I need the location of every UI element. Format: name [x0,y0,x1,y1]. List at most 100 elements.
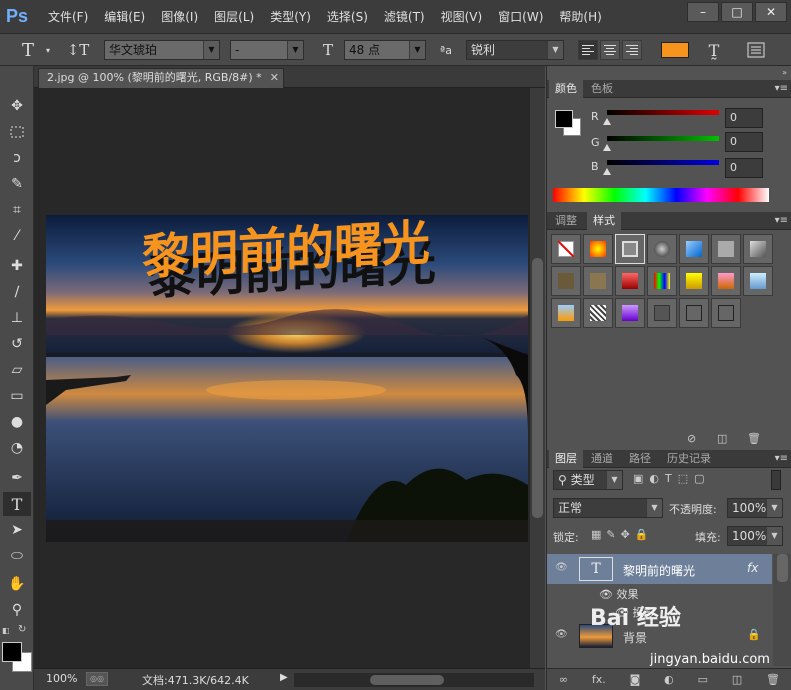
slider-handle-icon[interactable] [603,144,611,151]
slider-handle-icon[interactable] [603,168,611,175]
align-center-icon[interactable] [600,40,620,60]
tab-history[interactable]: 历史记录 [661,450,717,468]
path-selection-tool-icon[interactable]: ➤ [3,518,31,542]
style-swatch[interactable] [615,298,645,328]
style-swatch[interactable] [679,298,709,328]
type-tool-preset-icon[interactable]: T [14,39,42,61]
new-style-icon[interactable]: ◫ [717,432,727,445]
healing-brush-tool-icon[interactable]: ✚ [3,254,31,278]
crop-tool-icon[interactable]: ⌗ [3,198,31,222]
menu-window[interactable]: 窗口(W) [490,0,551,34]
blue-slider[interactable] [607,160,719,165]
ellipse-tool-icon[interactable]: ⬭ [3,544,31,568]
scroll-thumb[interactable] [532,258,543,518]
font-family-dropdown[interactable]: 华文琥珀 ▼ [104,40,220,60]
style-swatch[interactable] [583,298,613,328]
layer-filter-icons[interactable]: ▣◐T⬚▢ [633,472,711,485]
quick-selection-tool-icon[interactable]: ✎ [3,172,31,196]
brush-tool-icon[interactable]: ∕ [3,280,31,304]
panel-menu-icon[interactable]: ▾≡ [775,80,788,98]
color-spectrum-bar[interactable] [553,188,769,202]
style-swatch[interactable] [647,266,677,296]
blend-mode-dropdown[interactable]: 正常 ▼ [553,498,663,518]
menu-edit[interactable]: 编辑(E) [96,0,153,34]
opacity-input[interactable]: 100% ▼ [727,498,783,518]
layers-scrollbar[interactable] [773,554,791,666]
tab-channels[interactable]: 通道 [585,450,619,468]
fx-icon[interactable]: fx [747,561,758,575]
menu-view[interactable]: 视图(V) [433,0,491,34]
eraser-tool-icon[interactable]: ▱ [3,358,31,382]
history-brush-tool-icon[interactable]: ↺ [3,332,31,356]
panel-menu-icon[interactable]: ▾≡ [775,212,788,230]
style-swatch[interactable] [583,234,613,264]
layer-name[interactable]: 黎明前的曙光 [623,562,695,579]
text-color-swatch[interactable] [661,42,689,58]
blue-value[interactable]: 0 [725,158,763,178]
layer-row-text[interactable]: 👁 T 黎明前的曙光 fx [547,554,772,584]
status-menu-arrow-icon[interactable]: ▶ [280,672,288,683]
close-window-button[interactable]: ✕ [755,2,787,22]
zoom-tool-icon[interactable]: ⚲ [3,598,31,622]
image-canvas[interactable]: 黎明前的曙光 黎明前的曙光 [46,215,528,542]
layer-filter-dropdown[interactable]: ⚲ 类型 ▼ [553,470,623,490]
style-swatch[interactable] [551,266,581,296]
menu-layer[interactable]: 图层(L) [206,0,262,34]
tab-layers[interactable]: 图层 [549,450,583,468]
font-style-dropdown[interactable]: - ▼ [230,40,304,60]
pen-tool-icon[interactable]: ✒ [3,466,31,490]
style-swatch[interactable] [743,266,773,296]
scroll-thumb[interactable] [370,675,444,685]
eyedropper-tool-icon[interactable]: ⁄ [3,224,31,248]
new-layer-icon[interactable]: ◫ [732,673,742,686]
style-swatch[interactable] [679,234,709,264]
swap-colors-icon[interactable]: ↻ [18,624,26,635]
default-colors-icon[interactable]: ◧ [2,626,10,635]
collapse-panels-icon[interactable]: » [782,68,787,77]
marquee-tool-icon[interactable] [3,120,31,144]
delete-style-icon[interactable]: 🗑 [747,432,761,445]
red-slider[interactable] [607,110,719,115]
link-layers-icon[interactable]: ∞ [559,673,568,686]
style-swatch[interactable] [679,266,709,296]
menu-file[interactable]: 文件(F) [40,0,96,34]
align-right-icon[interactable] [622,40,642,60]
tab-color[interactable]: 颜色 [549,80,583,98]
toggle-text-orientation-icon[interactable]: ↕T [66,39,90,61]
clone-stamp-tool-icon[interactable]: ⊥ [3,306,31,330]
character-panel-icon[interactable] [744,39,768,61]
menu-help[interactable]: 帮助(H) [551,0,609,34]
maximize-button[interactable]: □ [721,2,753,22]
scroll-thumb[interactable] [777,554,788,582]
style-swatch[interactable] [615,266,645,296]
clear-style-icon[interactable]: ⊘ [687,432,696,445]
align-left-icon[interactable] [578,40,598,60]
zoom-preview-icon[interactable]: ◎◎ [86,672,108,686]
type-tool-icon[interactable]: T [3,492,31,516]
close-tab-icon[interactable]: ✕ [270,69,279,87]
document-tab[interactable]: 2.jpg @ 100% (黎明前的曙光, RGB/8#) * ✕ [38,68,284,88]
tab-styles[interactable]: 样式 [587,212,621,230]
blur-tool-icon[interactable]: ● [3,410,31,434]
adjustment-layer-icon[interactable]: ◐ [664,673,674,686]
green-value[interactable]: 0 [725,132,763,152]
font-size-dropdown[interactable]: 48 点 ▼ [344,40,426,60]
lasso-tool-icon[interactable]: ↄ [3,146,31,170]
style-swatch-none[interactable] [551,234,581,264]
foreground-color-swatch[interactable] [555,110,573,128]
style-swatch[interactable] [711,234,741,264]
style-swatch[interactable] [583,266,613,296]
foreground-color-swatch[interactable] [2,642,22,662]
menu-filter[interactable]: 滤镜(T) [376,0,433,34]
vertical-scrollbar[interactable] [530,88,545,668]
new-group-icon[interactable]: ▭ [698,673,708,686]
style-swatch[interactable] [551,298,581,328]
zoom-level[interactable]: 100% [46,672,77,685]
green-slider[interactable] [607,136,719,141]
add-mask-icon[interactable]: ◙ [630,673,641,686]
add-layer-style-icon[interactable]: fx. [592,673,606,686]
style-swatch[interactable] [711,298,741,328]
antialias-dropdown[interactable]: 锐利 ▼ [466,40,564,60]
style-swatch[interactable] [743,234,773,264]
tab-adjustments[interactable]: 调整 [549,212,583,230]
